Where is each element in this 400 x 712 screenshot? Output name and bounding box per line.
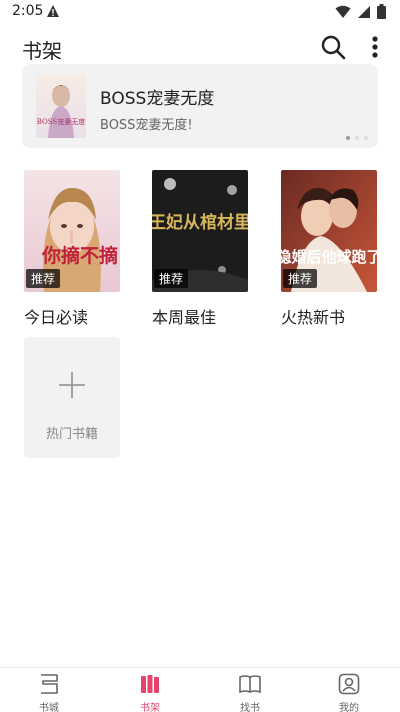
wifi-icon <box>335 5 351 18</box>
book-cover-title: 隐婚后他球跑了 <box>281 248 377 266</box>
open-book-icon <box>239 675 261 694</box>
nav-label: 我的 <box>339 703 359 712</box>
book-title[interactable]: 本周最佳 <box>152 304 216 328</box>
nav-item-bookshelf[interactable]: 书架 <box>120 672 180 712</box>
book-cover[interactable]: 你摘不摘 推荐 <box>24 170 120 292</box>
recommend-badge: 推荐 <box>283 269 318 288</box>
banner-subtitle: BOSS宠妻无度! <box>100 118 193 133</box>
nav-item-find-book[interactable]: 找书 <box>220 672 280 712</box>
warning-icon <box>47 5 59 17</box>
add-book-label: 热门书籍 <box>45 427 98 442</box>
banner-cover-title: BOSS宠妻无度 <box>37 117 85 126</box>
banner-title: BOSS宠妻无度 <box>100 89 215 109</box>
book-cover[interactable]: 隐婚后他球跑了 推荐 <box>281 170 377 292</box>
bottom-nav: 书城 书架 找书 我的 <box>0 667 400 712</box>
nav-item-profile[interactable]: 我的 <box>319 672 379 712</box>
more-options-icon[interactable] <box>364 33 386 61</box>
banner-book-cover: BOSS宠妻无度 <box>36 74 86 138</box>
nav-label: 找书 <box>240 703 260 712</box>
book-cover-title: 你摘不摘 <box>41 244 118 267</box>
book-cover[interactable]: 王妃从棺材里 推荐 <box>152 170 248 292</box>
bookshelf-icon <box>141 675 159 693</box>
add-book-card[interactable]: 热门书籍 <box>24 337 120 458</box>
pagination-dot <box>355 136 359 140</box>
app-header: 书架 <box>0 24 400 68</box>
bookstore-icon <box>41 674 58 694</box>
pagination-dot <box>364 136 368 140</box>
nav-label: 书城 <box>39 703 59 712</box>
book-title[interactable]: 火热新书 <box>281 304 345 328</box>
book-cover-title: 王妃从棺材里 <box>152 212 248 233</box>
status-bar: 2:05 <box>0 0 400 24</box>
profile-icon <box>338 673 360 695</box>
page-title: 书架 <box>22 39 62 63</box>
status-indicators <box>335 4 386 19</box>
status-time: 2:05 <box>12 3 44 19</box>
battery-icon <box>377 4 386 19</box>
pagination-dot <box>346 136 350 140</box>
plus-icon <box>59 372 85 398</box>
recommend-badge: 推荐 <box>154 269 189 288</box>
banner-pagination <box>346 136 368 140</box>
recommend-badge: 推荐 <box>26 269 61 288</box>
search-icon[interactable] <box>319 33 347 61</box>
featured-banner[interactable]: BOSS宠妻无度 BOSS宠妻无度 BOSS宠妻无度! <box>22 64 378 148</box>
nav-item-bookstore[interactable]: 书城 <box>19 672 79 712</box>
nav-label: 书架 <box>140 703 160 712</box>
signal-icon <box>358 5 370 18</box>
book-title[interactable]: 今日必读 <box>24 304 88 328</box>
banner-cover-art: BOSS宠妻无度 <box>36 74 86 138</box>
